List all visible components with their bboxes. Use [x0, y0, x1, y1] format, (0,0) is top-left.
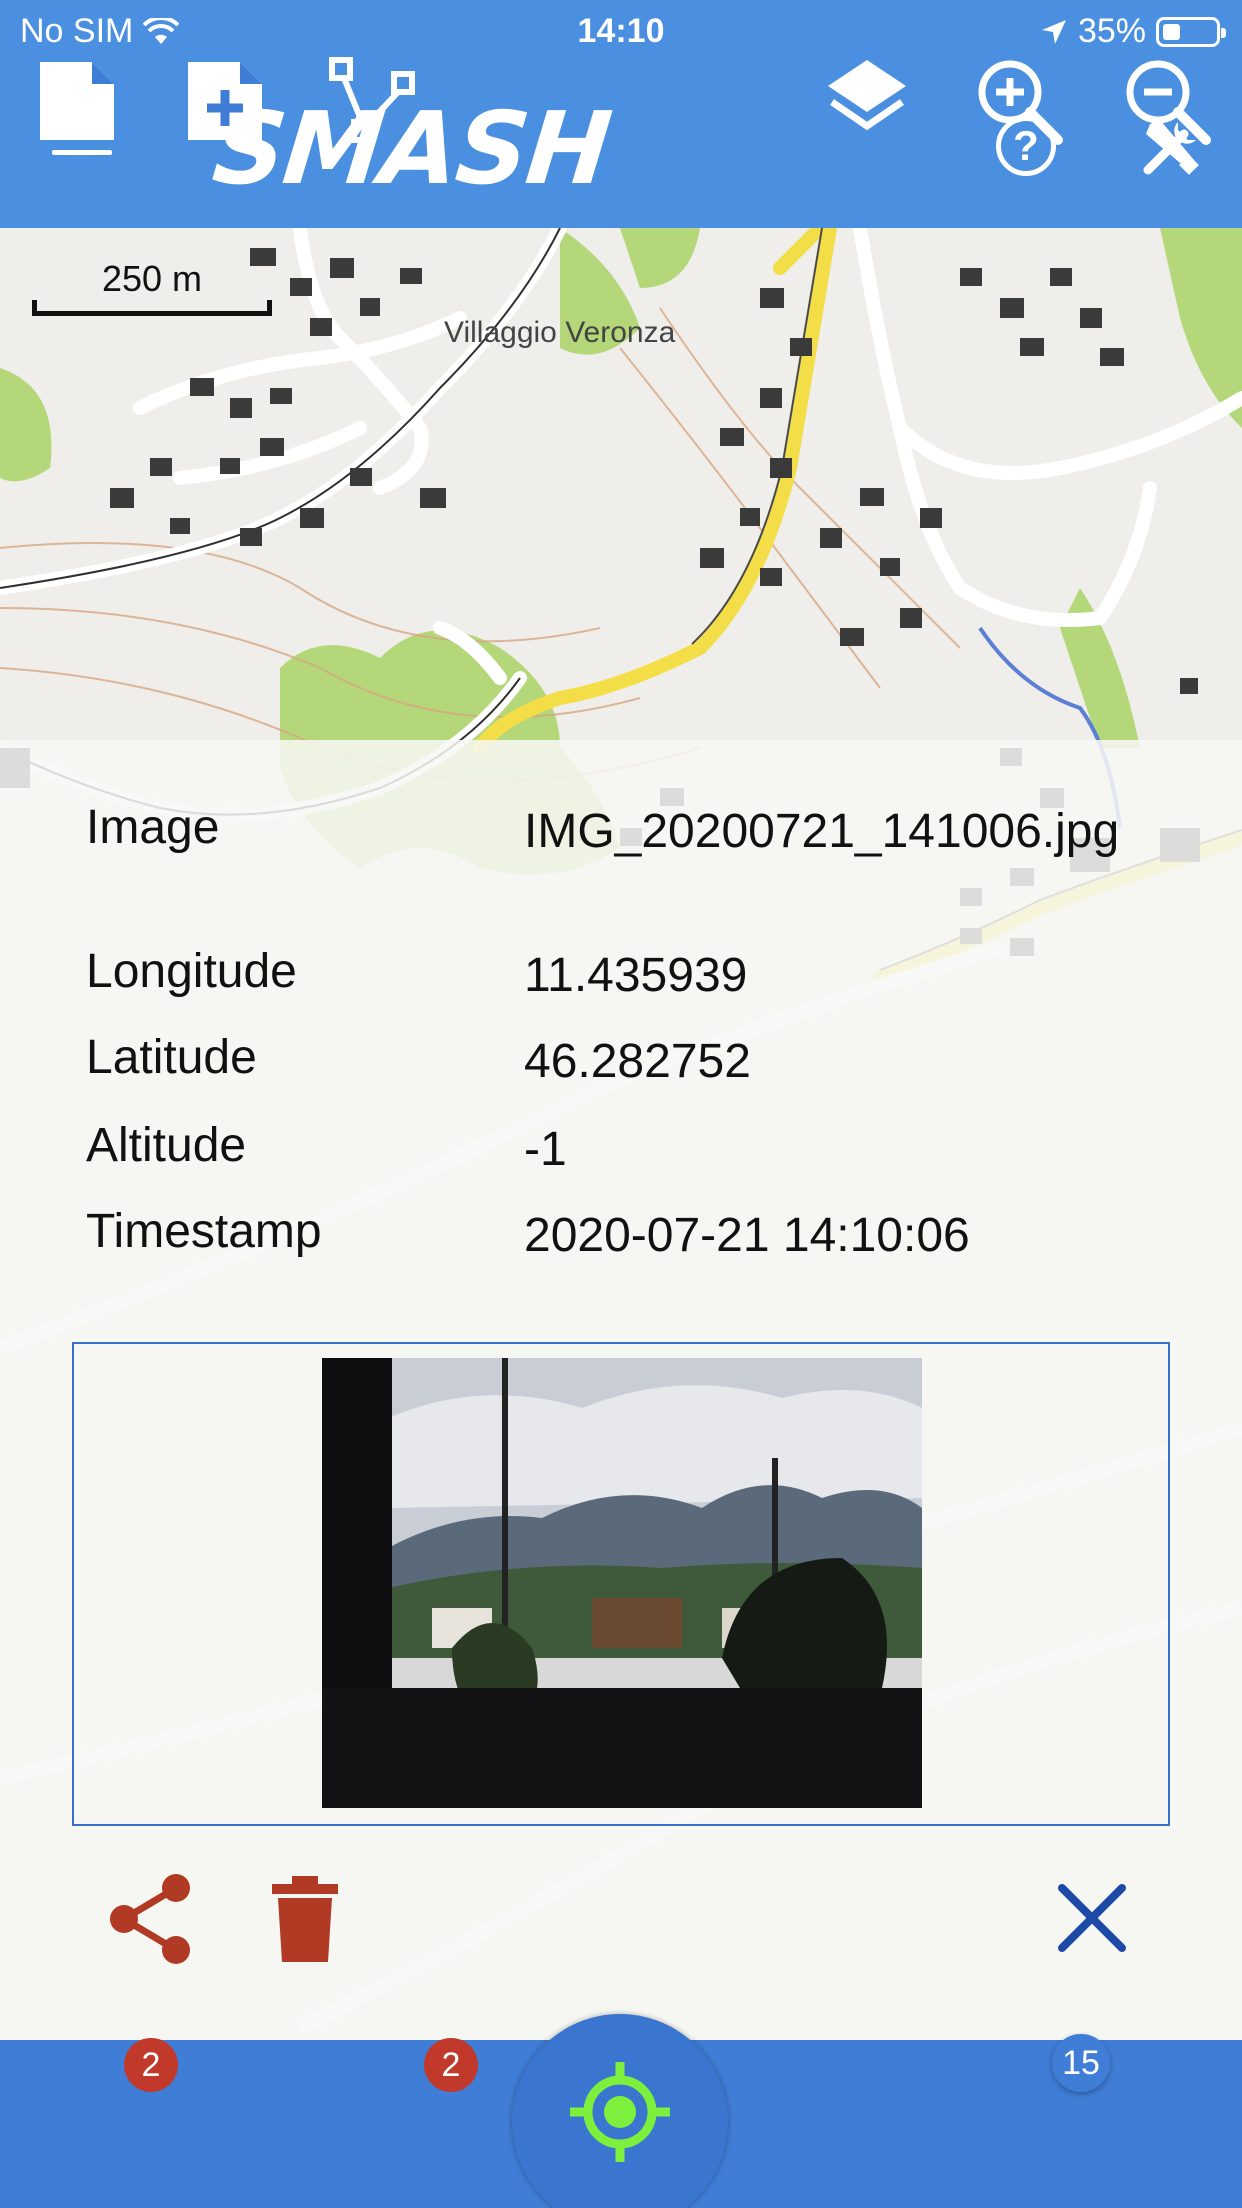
layers-icon[interactable] — [822, 56, 912, 146]
status-bar: No SIM 14:10 35% — [0, 0, 1242, 64]
gps-log-icon[interactable] — [328, 56, 418, 146]
share-icon[interactable] — [106, 1872, 196, 1966]
zoom-level-badge: 15 — [1052, 2034, 1110, 2092]
photo-thumbnail[interactable] — [322, 1358, 922, 1808]
info-key: Longitude — [86, 945, 297, 998]
info-row-longitude: Longitude 11.435939 — [86, 944, 1242, 1008]
info-key: Altitude — [86, 1119, 247, 1172]
info-value: 11.435939 — [524, 949, 748, 1002]
gps-target-icon — [570, 2062, 670, 2162]
info-row-timestamp: Timestamp 2020-07-21 14:10:06 — [86, 1204, 1242, 1268]
map-place-label: Villaggio Veronza — [444, 316, 676, 349]
center-on-gps-button[interactable] — [512, 2014, 728, 2208]
info-value: 46.282752 — [524, 1035, 751, 1088]
zoom-out-icon[interactable] — [1122, 56, 1212, 146]
gps-log-count-badge: 2 — [424, 2038, 478, 2092]
info-key: Latitude — [86, 1031, 257, 1084]
scale-label: 250 m — [101, 258, 203, 299]
location-arrow-icon — [1041, 19, 1066, 44]
scale-bar: 250 m — [30, 258, 274, 316]
scale-line — [32, 300, 272, 316]
info-value: IMG_20200721_141006.jpg — [524, 805, 1120, 858]
info-value: 2020-07-21 14:10:06 — [524, 1209, 970, 1262]
close-icon[interactable] — [1058, 1884, 1126, 1952]
info-key: Image — [86, 801, 220, 854]
info-row-latitude: Latitude 46.282752 — [86, 1030, 1242, 1094]
notes-count-badge: 2 — [124, 2038, 178, 2092]
notes-icon[interactable] — [34, 56, 124, 146]
info-row-altitude: Altitude -1 — [86, 1118, 1242, 1182]
battery-icon — [1156, 16, 1226, 47]
delete-icon[interactable] — [272, 1876, 338, 1962]
zoom-in-icon[interactable] — [974, 56, 1064, 146]
battery-percent: 35% — [1077, 12, 1146, 50]
info-key: Timestamp — [86, 1205, 322, 1258]
info-value: -1 — [524, 1123, 567, 1176]
photo-frame — [72, 1342, 1170, 1826]
add-note-icon[interactable] — [182, 56, 272, 146]
info-row-image: Image IMG_20200721_141006.jpg — [86, 800, 1242, 864]
